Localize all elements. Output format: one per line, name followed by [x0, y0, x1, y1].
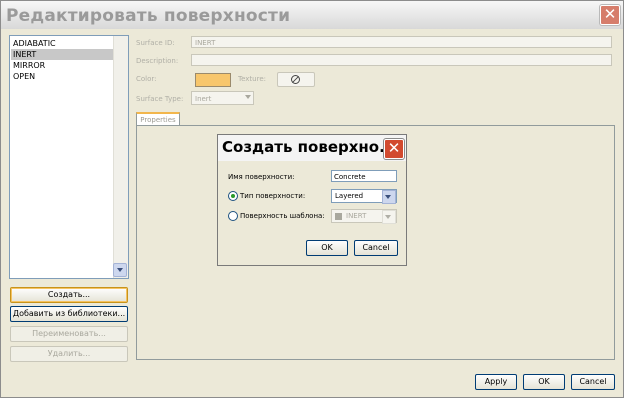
surface-name-input[interactable]: Concrete	[331, 170, 397, 182]
template-surface-option-label: Поверхность шаблона:	[240, 212, 325, 220]
delete-button[interactable]: Удалить...	[10, 346, 128, 362]
edit-surfaces-window: Редактировать поверхности ✕ ADIABATIC IN…	[0, 0, 624, 398]
scroll-down-button[interactable]	[113, 263, 127, 277]
texture-button[interactable]	[277, 72, 315, 87]
chevron-down-icon	[117, 268, 123, 272]
dialog-title: Создать поверхно...	[222, 138, 397, 156]
window-title: Редактировать поверхности	[6, 6, 291, 26]
surface-id-field[interactable]: INERT	[191, 36, 612, 48]
list-item[interactable]: OPEN	[11, 71, 116, 82]
surface-type-select[interactable]: Inert	[191, 91, 254, 105]
cancel-button[interactable]: Cancel	[571, 374, 615, 390]
template-surface-value: INERT	[346, 212, 367, 220]
list-scrollbar[interactable]	[113, 36, 128, 278]
surface-icon	[335, 213, 342, 220]
template-surface-dropdown[interactable]: INERT	[331, 209, 397, 224]
chevron-down-icon	[245, 95, 251, 99]
dropdown-button[interactable]	[382, 190, 396, 204]
ok-button[interactable]: OK	[523, 374, 565, 390]
template-surface-radio[interactable]	[228, 211, 238, 221]
surface-type-dropdown[interactable]: Layered	[331, 189, 397, 204]
rename-button[interactable]: Переименовать...	[10, 326, 128, 342]
chevron-down-icon	[385, 215, 391, 219]
surface-type-radio[interactable]	[228, 191, 238, 201]
chevron-down-icon	[385, 195, 391, 199]
surface-id-label: Surface ID:	[136, 39, 175, 47]
surface-name-label: Имя поверхности:	[228, 173, 295, 181]
dialog-title-bar: Создать поверхно... ✕	[218, 135, 406, 161]
surface-list[interactable]: ADIABATIC INERT MIRROR OPEN	[9, 35, 129, 279]
surface-type-label: Surface Type:	[136, 95, 184, 103]
create-surface-dialog: Создать поверхно... ✕ Имя поверхности: C…	[217, 134, 407, 266]
color-swatch[interactable]	[195, 73, 231, 87]
description-field[interactable]	[191, 54, 612, 66]
dropdown-button[interactable]	[382, 210, 396, 224]
texture-label: Texture:	[238, 75, 266, 83]
surface-type-dropdown-value: Layered	[335, 192, 364, 200]
dialog-cancel-button[interactable]: Cancel	[354, 240, 398, 256]
dialog-ok-button[interactable]: OK	[306, 240, 348, 256]
list-item[interactable]: MIRROR	[11, 60, 116, 71]
add-from-library-button[interactable]: Добавить из библиотеки...	[10, 306, 128, 322]
close-button[interactable]: ✕	[599, 4, 621, 26]
description-label: Description:	[136, 57, 179, 65]
tab-properties[interactable]: Properties	[136, 112, 180, 126]
create-button[interactable]: Создать...	[10, 287, 128, 303]
title-bar: Редактировать поверхности ✕	[1, 1, 623, 29]
list-item[interactable]: INERT	[11, 49, 116, 60]
surface-type-option-label: Тип поверхности:	[240, 192, 306, 200]
surface-type-value: Inert	[195, 95, 212, 103]
close-icon: ✕	[603, 5, 617, 23]
color-label: Color:	[136, 75, 157, 83]
list-item[interactable]: ADIABATIC	[11, 38, 116, 49]
no-texture-icon	[291, 75, 300, 84]
close-icon: ✕	[387, 139, 401, 157]
dialog-close-button[interactable]: ✕	[383, 138, 405, 160]
apply-button[interactable]: Apply	[475, 374, 517, 390]
